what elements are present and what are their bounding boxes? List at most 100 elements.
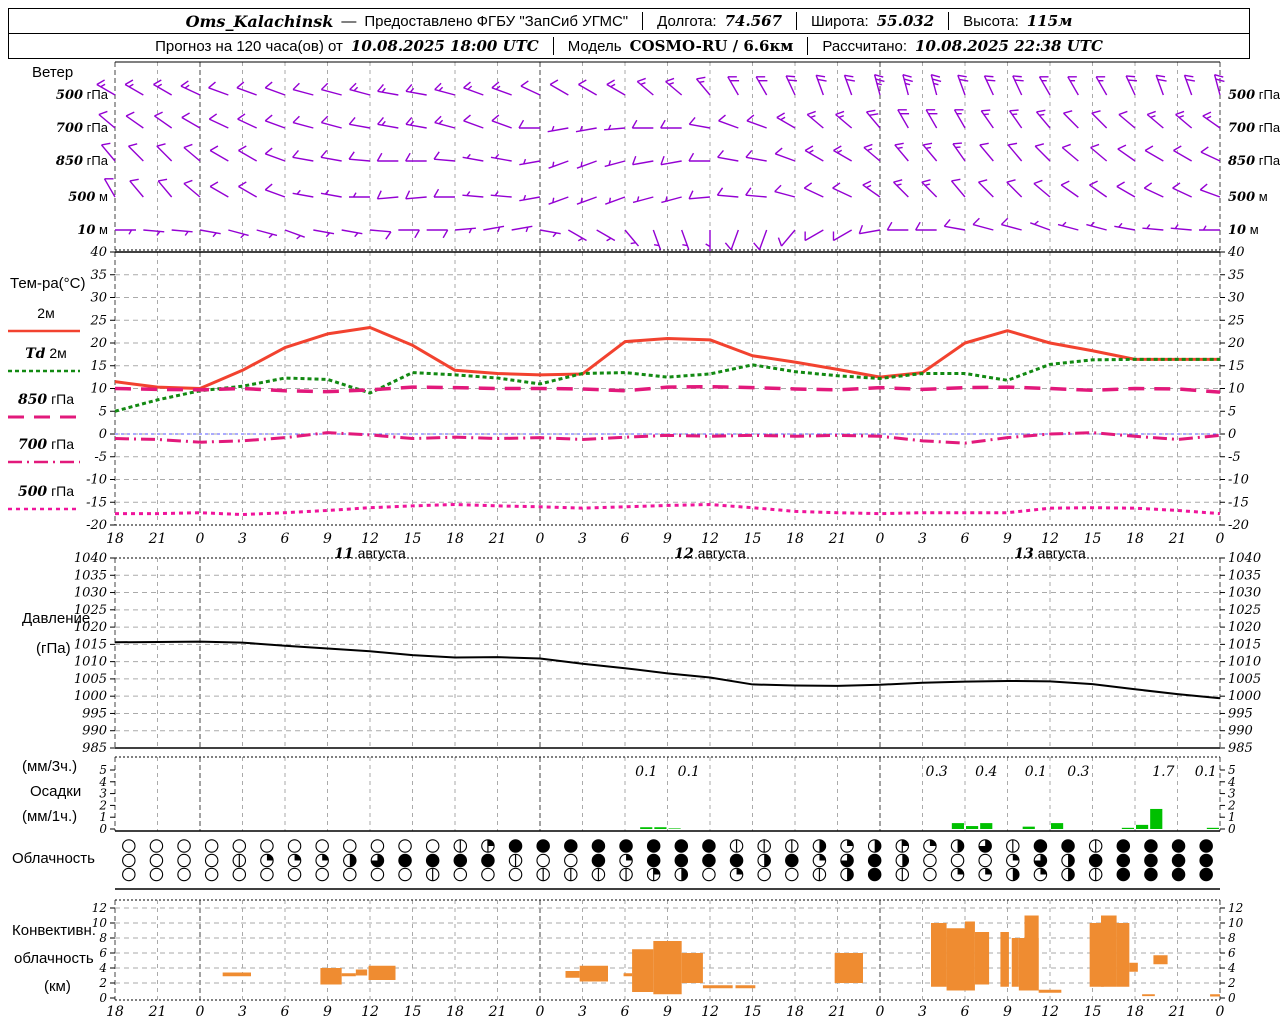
svg-text:3: 3 xyxy=(918,1004,927,1020)
svg-text:1030: 1030 xyxy=(1228,586,1261,601)
svg-text:0: 0 xyxy=(876,1004,885,1020)
svg-text:1005: 1005 xyxy=(74,672,107,687)
svg-text:0.3: 0.3 xyxy=(926,764,948,780)
header-row-1: Oms_Kalachinsk — Предоставлено ФГБУ "Зап… xyxy=(9,9,1249,34)
svg-text:1015: 1015 xyxy=(1228,637,1261,652)
svg-text:15: 15 xyxy=(744,531,762,547)
header-row-2: Прогноз на 120 часа(ов) от 10.08.2025 18… xyxy=(9,34,1249,58)
svg-text:12: 12 xyxy=(701,1004,719,1020)
conv-panel-title-2: облачность xyxy=(14,950,94,967)
calculated-time: 10.08.2025 22:38 UTC xyxy=(915,37,1103,55)
svg-text:1000: 1000 xyxy=(74,689,107,704)
svg-text:18: 18 xyxy=(106,1004,124,1020)
svg-text:985: 985 xyxy=(82,741,107,756)
svg-text:500 гПа: 500 гПа xyxy=(1228,87,1280,103)
svg-text:3: 3 xyxy=(918,531,927,547)
svg-text:2м: 2м xyxy=(37,305,54,321)
svg-text:985: 985 xyxy=(1228,741,1253,756)
svg-text:18: 18 xyxy=(446,1004,464,1020)
svg-text:9: 9 xyxy=(663,531,672,547)
svg-text:21: 21 xyxy=(828,1004,847,1020)
svg-text:9: 9 xyxy=(1003,531,1012,547)
svg-text:0.4: 0.4 xyxy=(975,764,997,780)
latitude-label: Широта: xyxy=(811,12,869,30)
svg-text:18: 18 xyxy=(786,531,804,547)
svg-text:3: 3 xyxy=(578,531,587,547)
svg-text:990: 990 xyxy=(82,724,107,739)
svg-text:0.3: 0.3 xyxy=(1067,764,1089,780)
svg-text:15: 15 xyxy=(1228,359,1245,374)
svg-text:18: 18 xyxy=(786,1004,804,1020)
provider-text: Предоставлено ФГБУ "ЗапСиб УГМС" xyxy=(364,12,629,30)
svg-text:0: 0 xyxy=(536,531,545,547)
calculated-label: Рассчитано: xyxy=(822,37,908,55)
altitude-value: 115м xyxy=(1026,12,1073,30)
svg-text:-20: -20 xyxy=(86,518,107,533)
svg-text:0: 0 xyxy=(1228,822,1236,836)
svg-text:12: 12 xyxy=(1041,1004,1059,1020)
altitude-label: Высота: xyxy=(963,12,1019,30)
conv-panel-title-3: (км) xyxy=(44,978,71,995)
svg-text:15: 15 xyxy=(744,1004,762,1020)
svg-text:1030: 1030 xyxy=(74,586,107,601)
svg-text:-15: -15 xyxy=(1228,495,1249,510)
pressure-panel-title-1: Давление xyxy=(22,610,91,627)
svg-text:500 гПа: 500 гПа xyxy=(56,87,109,103)
svg-text:-10: -10 xyxy=(86,473,107,488)
separator xyxy=(796,12,798,30)
svg-text:35: 35 xyxy=(1228,268,1245,283)
svg-text:20: 20 xyxy=(89,336,107,351)
svg-text:40: 40 xyxy=(1227,245,1245,260)
svg-text:500 м: 500 м xyxy=(68,189,108,205)
svg-text:30: 30 xyxy=(1228,291,1245,306)
svg-text:6: 6 xyxy=(281,531,290,547)
svg-text:0: 0 xyxy=(99,822,107,836)
svg-text:0.1: 0.1 xyxy=(678,764,700,780)
model-label: Модель xyxy=(567,37,622,55)
svg-text:10: 10 xyxy=(1228,382,1245,397)
svg-text:1000: 1000 xyxy=(1228,689,1261,704)
svg-text:3: 3 xyxy=(238,531,247,547)
wind-panel-title: Ветер xyxy=(32,64,74,81)
pressure-panel-title-2: (гПа) xyxy=(36,640,71,657)
svg-text:0: 0 xyxy=(536,1004,545,1020)
temp-panel-title: Тем-ра(°C) xyxy=(10,275,86,292)
meteogram-canvas: 500 гПа 500 гПа 700 гПа 700 гПа 850 гПа 850 г… xyxy=(8,61,1280,1020)
svg-text:40: 40 xyxy=(89,245,107,260)
svg-text:1035: 1035 xyxy=(74,568,107,583)
svg-text:6: 6 xyxy=(621,531,630,547)
svg-text:18: 18 xyxy=(1126,1004,1144,1020)
svg-text:0.1: 0.1 xyxy=(1195,764,1217,780)
svg-text:2: 2 xyxy=(1227,976,1236,990)
svg-text:21: 21 xyxy=(148,531,167,547)
svg-text:2: 2 xyxy=(98,976,107,990)
svg-text:9: 9 xyxy=(323,1004,332,1020)
model-name: COSMO-RU / 6.6км xyxy=(629,37,794,55)
svg-text:1010: 1010 xyxy=(1228,655,1261,670)
svg-text:1.7: 1.7 xyxy=(1152,764,1174,780)
svg-text:10: 10 xyxy=(1228,916,1244,930)
precip-panel-title-2: Осадки xyxy=(30,783,82,800)
station-name: Oms_Kalachinsk xyxy=(185,11,334,31)
longitude-value: 74.567 xyxy=(724,12,783,30)
svg-text:3: 3 xyxy=(578,1004,587,1020)
svg-text:21: 21 xyxy=(1168,1004,1187,1020)
svg-text:9: 9 xyxy=(1003,1004,1012,1020)
svg-text:10: 10 xyxy=(90,382,107,397)
meteogram-page: 500 гПа 500 гПа 700 гПа 700 гПа 850 гПа 850 г… xyxy=(0,0,1280,1024)
svg-text:4: 4 xyxy=(1227,961,1236,975)
svg-text:8: 8 xyxy=(99,931,107,945)
cloud-panel-title: Облачность xyxy=(12,850,95,867)
svg-text:1020: 1020 xyxy=(1228,620,1261,635)
svg-text:18: 18 xyxy=(106,531,124,547)
svg-text:13 августа: 13 августа xyxy=(1014,545,1086,562)
svg-text:6: 6 xyxy=(1228,946,1236,960)
svg-text:0: 0 xyxy=(1228,991,1236,1005)
svg-text:1040: 1040 xyxy=(74,551,107,566)
svg-text:0: 0 xyxy=(1216,531,1225,547)
svg-text:18: 18 xyxy=(1126,531,1144,547)
longitude-label: Долгота: xyxy=(657,12,717,30)
svg-text:700 гПа: 700 гПа xyxy=(56,120,109,136)
svg-text:25: 25 xyxy=(1227,313,1245,328)
conv-panel-title-1: Конвективн. xyxy=(12,922,96,939)
